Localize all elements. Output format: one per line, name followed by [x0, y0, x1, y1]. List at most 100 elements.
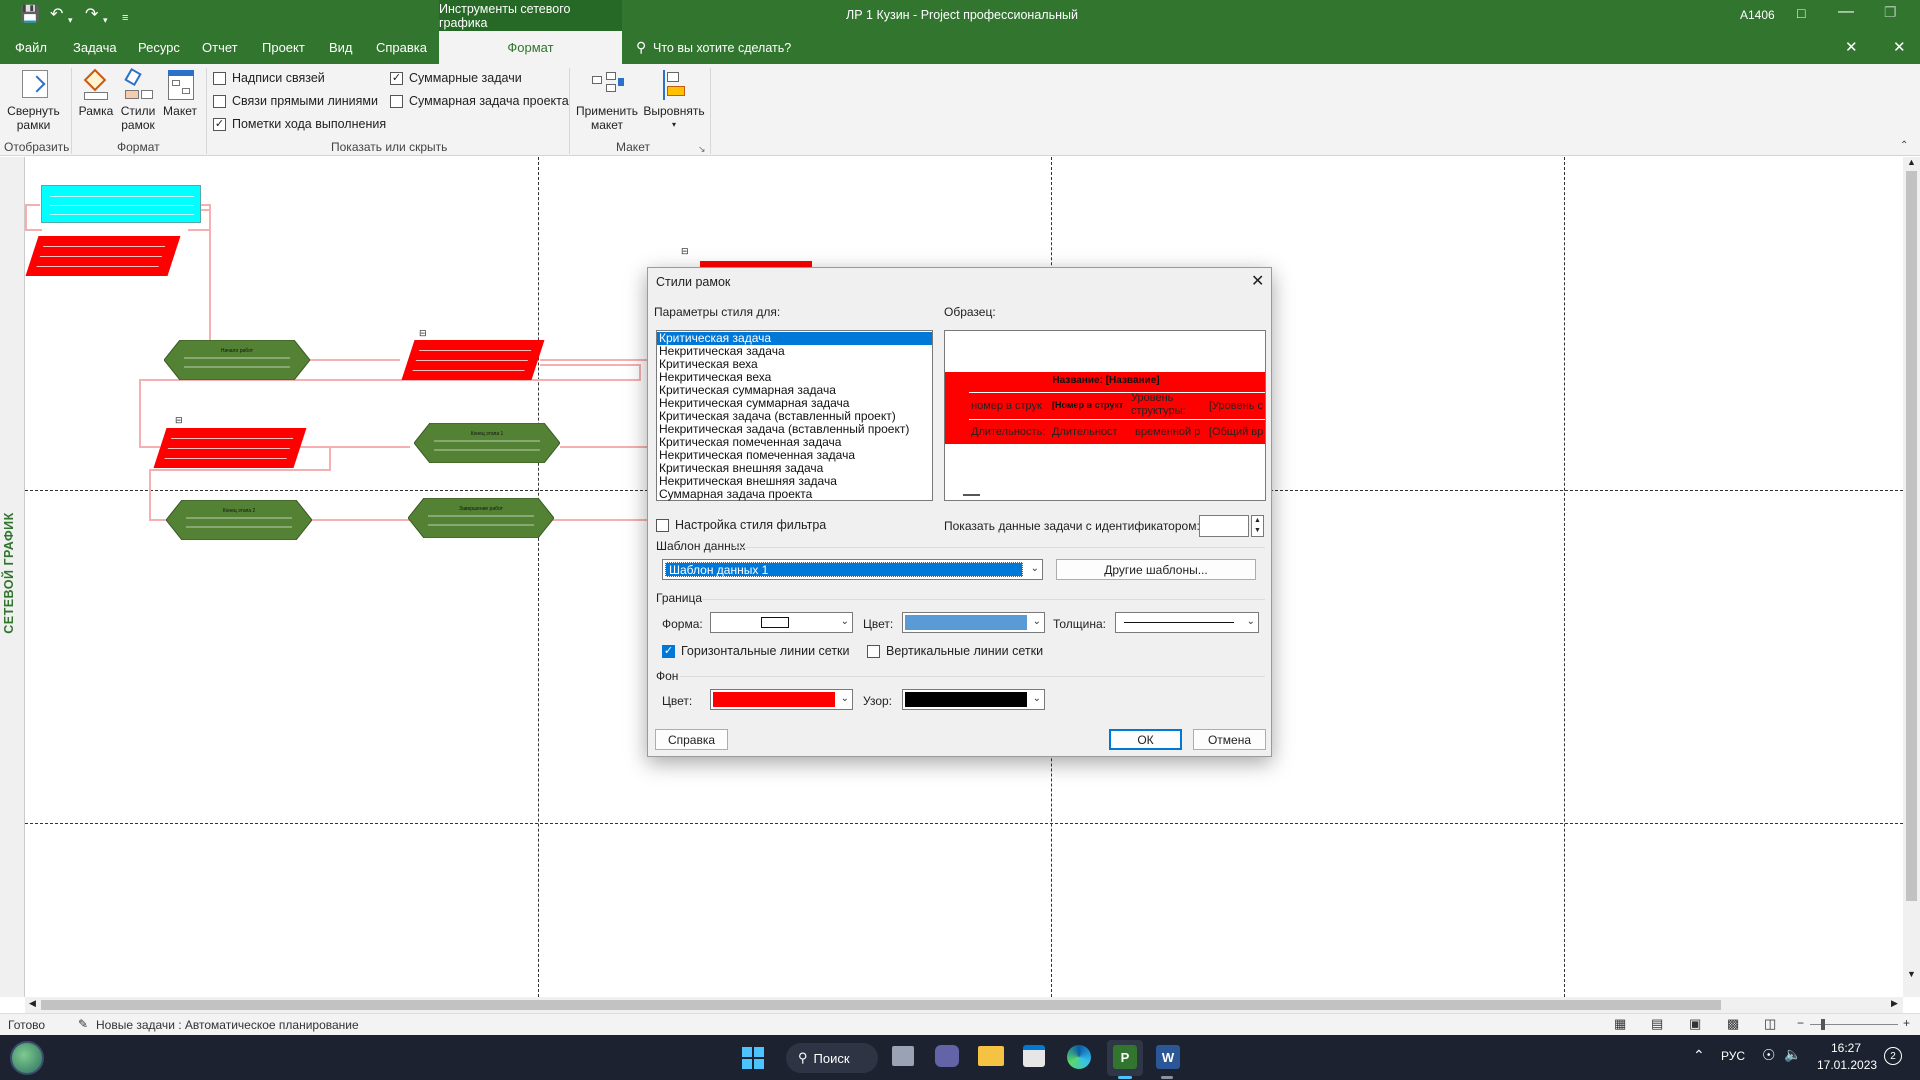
sample-cell: номер в струк	[971, 400, 1042, 412]
checkbox-box	[867, 644, 880, 658]
vertical-grid-checkbox[interactable]: Вертикальные линии сетки	[867, 644, 1043, 658]
node-label: Конец этапа 2	[223, 508, 256, 514]
status-bar: Готово ✎ Новые задачи : Автоматическое п…	[0, 1013, 1920, 1035]
zoom-out-icon[interactable]: −	[1797, 1016, 1804, 1030]
scroll-down-icon[interactable]: ▼	[1907, 969, 1916, 979]
task-usage-icon[interactable]: ▤	[1651, 1016, 1663, 1032]
cancel-button[interactable]: Отмена	[1193, 729, 1266, 750]
other-templates-button[interactable]: Другие шаблоны...	[1056, 559, 1256, 580]
clock-time[interactable]: 16:27	[1819, 1041, 1861, 1055]
gantt-view-icon[interactable]: ▦	[1614, 1016, 1626, 1032]
scroll-left-icon[interactable]: ◀	[29, 998, 36, 1009]
sample-cell: Уровень структуры:	[1131, 392, 1186, 417]
tray-chevron-up-icon[interactable]: ⌃	[1693, 1047, 1705, 1064]
background-color-label: Цвет:	[662, 694, 693, 708]
sheet-view-icon[interactable]: ▩	[1727, 1016, 1739, 1032]
teams-chat-icon[interactable]	[935, 1045, 959, 1067]
horizontal-grid-checkbox[interactable]: ✓ Горизонтальные линии сетки	[662, 644, 850, 658]
scroll-right-icon[interactable]: ▶	[1891, 998, 1898, 1009]
zoom-thumb[interactable]	[1821, 1019, 1825, 1030]
horizontal-scrollbar[interactable]: ◀ ▶	[25, 997, 1903, 1013]
network-node-milestone[interactable]: Завершение работ	[408, 498, 554, 538]
scroll-up-icon[interactable]: ▲	[1907, 157, 1916, 167]
zoom-in-icon[interactable]: +	[1903, 1016, 1910, 1030]
data-template-select[interactable]: Шаблон данных 1 ⌄	[662, 559, 1043, 580]
store-icon[interactable]	[1023, 1045, 1045, 1067]
clock-date[interactable]: 17.01.2023	[1817, 1058, 1877, 1072]
windows-start-icon[interactable]	[742, 1047, 764, 1069]
vertical-scrollbar[interactable]: ▲ ▼	[1903, 157, 1920, 997]
node-label: Начало работ	[221, 348, 254, 354]
checkmark-icon: ✓	[662, 644, 675, 658]
task-view-icon[interactable]	[892, 1046, 914, 1066]
notification-badge[interactable]: 2	[1884, 1047, 1902, 1065]
sample-preview: Название: [Название] номер в струк [Номе…	[944, 330, 1266, 501]
border-color-select[interactable]: ⌄	[902, 612, 1045, 633]
scroll-thumb[interactable]	[1906, 171, 1917, 901]
input-language[interactable]: РУС	[1721, 1049, 1745, 1063]
checkbox-box	[656, 518, 669, 532]
node-label: Завершение работ	[459, 506, 504, 512]
pattern-select[interactable]: ⌄	[902, 689, 1045, 710]
chevron-down-icon: ⌄	[1032, 693, 1041, 704]
style-settings-list[interactable]: Критическая задача Некритическая задача Кр…	[656, 330, 933, 501]
border-group-label: Граница	[656, 591, 703, 605]
file-explorer-icon[interactable]	[978, 1046, 1004, 1066]
collapse-node-icon[interactable]: ⊟	[175, 415, 183, 426]
border-color-label: Цвет:	[863, 617, 894, 631]
network-node-critical[interactable]	[25, 236, 181, 276]
chevron-down-icon: ⌄	[1246, 616, 1255, 627]
help-button[interactable]: Справка	[655, 729, 728, 750]
sample-title: Название: [Название]	[1052, 375, 1160, 386]
status-new-tasks[interactable]: Новые задачи : Автоматическое планирован…	[96, 1018, 359, 1032]
search-icon: ⚲	[798, 1050, 808, 1065]
line-thickness-icon	[1124, 622, 1234, 623]
data-template-group-label: Шаблон данных	[656, 539, 746, 553]
report-view-icon[interactable]: ◫	[1764, 1016, 1776, 1032]
word-app-icon[interactable]: W	[1156, 1045, 1180, 1069]
chevron-down-icon: ⌄	[840, 616, 849, 627]
edge-browser-icon[interactable]	[1067, 1045, 1091, 1069]
style-list-item[interactable]: Суммарная задача проекта	[657, 488, 932, 501]
dialog-title: Стили рамок	[656, 275, 731, 289]
network-globe-icon[interactable]: ☉	[1762, 1046, 1775, 1064]
pin-icon: ✎	[78, 1017, 89, 1031]
border-thickness-select[interactable]: ⌄	[1115, 612, 1259, 633]
taskbar: ⚲ Поиск P W ⌃ РУС ☉ 🔈 16:27 17.01.2023 2	[0, 1035, 1920, 1080]
weather-widget-icon[interactable]	[10, 1041, 44, 1075]
network-node-milestone[interactable]: Начало работ	[164, 340, 310, 380]
sample-cell: Длительност	[1052, 426, 1118, 438]
network-node-milestone[interactable]: Конец этапа 1	[414, 423, 560, 463]
sample-label: Образец:	[944, 305, 996, 319]
taskbar-search[interactable]: ⚲ Поиск	[786, 1043, 878, 1073]
collapse-node-icon[interactable]: ⊟	[681, 246, 689, 257]
data-template-value: Шаблон данных 1	[665, 562, 1023, 577]
network-view-icon[interactable]: ▣	[1689, 1016, 1701, 1032]
dialog-close-icon[interactable]: ✕	[1251, 271, 1264, 291]
border-shape-select[interactable]: ⌄	[710, 612, 853, 633]
active-indicator	[1118, 1076, 1132, 1079]
chevron-down-icon: ⌄	[1032, 616, 1041, 627]
filter-style-checkbox[interactable]: Настройка стиля фильтра	[656, 518, 826, 532]
network-node-milestone[interactable]: Конец этапа 2	[166, 500, 312, 540]
running-indicator	[1161, 1076, 1173, 1079]
border-shape-label: Форма:	[662, 617, 703, 631]
collapse-node-icon[interactable]: ⊟	[419, 328, 427, 339]
scroll-thumb[interactable]	[41, 1000, 1721, 1010]
border-color-swatch	[905, 615, 1027, 630]
speaker-muted-icon[interactable]: 🔈	[1784, 1046, 1801, 1063]
network-node-summary[interactable]	[41, 185, 201, 223]
background-color-swatch	[713, 692, 835, 707]
status-ready: Готово	[8, 1018, 46, 1032]
network-node-critical[interactable]	[401, 340, 545, 380]
task-id-spinner[interactable]: ▲ ▼	[1251, 515, 1264, 537]
sample-cell: временной р	[1135, 426, 1201, 438]
network-node-critical[interactable]	[153, 428, 307, 468]
ok-button[interactable]: ОК	[1109, 729, 1182, 750]
sample-cell: [Уровень с	[1209, 400, 1263, 412]
style-params-label: Параметры стиля для:	[654, 305, 781, 319]
task-id-input[interactable]	[1199, 515, 1249, 537]
box-styles-dialog: Стили рамок ✕ Параметры стиля для: Образ…	[647, 267, 1272, 757]
background-group-label: Фон	[656, 669, 679, 683]
background-color-select[interactable]: ⌄	[710, 689, 853, 710]
